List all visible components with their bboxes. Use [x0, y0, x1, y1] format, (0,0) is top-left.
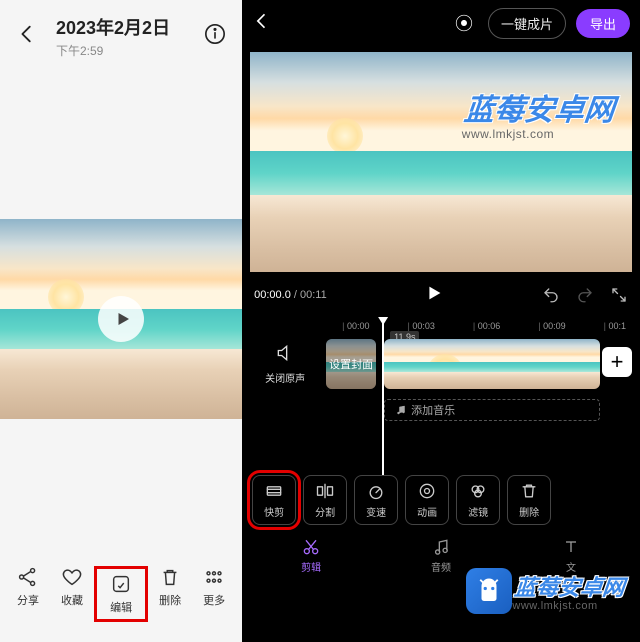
- back-button[interactable]: [16, 23, 38, 50]
- tool-label: 动画: [417, 504, 437, 519]
- delete-button[interactable]: 删除: [148, 566, 192, 622]
- current-time: 00:00.0: [254, 289, 291, 301]
- favorite-label: 收藏: [61, 592, 83, 608]
- fullscreen-button[interactable]: [610, 286, 628, 304]
- ruler-tick: 00:09: [538, 321, 565, 331]
- more-label: 更多: [203, 592, 225, 608]
- photo-date: 2023年2月2日: [56, 14, 186, 40]
- gallery-detail-screen: 2023年2月2日 下午2:59 分享 收藏: [0, 0, 242, 642]
- time-indicator: 00:00.0 / 00:11: [254, 289, 327, 301]
- tab-clip[interactable]: 剪辑: [248, 537, 374, 574]
- preview-area[interactable]: [242, 52, 640, 272]
- set-cover-button[interactable]: 设置封面: [326, 339, 376, 389]
- tab-label: 剪辑: [301, 559, 321, 574]
- play-button[interactable]: [423, 282, 445, 307]
- delete-label: 删除: [159, 592, 181, 608]
- share-button[interactable]: 分享: [6, 566, 50, 622]
- info-button[interactable]: [204, 23, 226, 50]
- tool-label: 删除: [519, 504, 539, 519]
- ruler-tick: 00:06: [473, 321, 500, 331]
- tool-speed[interactable]: 变速: [354, 475, 398, 525]
- add-clip-button[interactable]: +: [602, 347, 632, 377]
- undo-button[interactable]: [542, 286, 560, 304]
- mute-label: 关闭原声: [254, 370, 316, 385]
- oneclick-button[interactable]: 一键成片: [488, 8, 566, 39]
- edit-label: 编辑: [110, 599, 132, 615]
- mute-original-button[interactable]: 关闭原声: [254, 343, 316, 385]
- watermark-robot-icon: [466, 568, 512, 614]
- ruler-tick: 00:1: [604, 321, 626, 331]
- video-clip[interactable]: [384, 339, 600, 389]
- help-button[interactable]: ⦿: [451, 10, 478, 36]
- edit-button[interactable]: 编辑: [94, 566, 148, 622]
- tool-filter[interactable]: 滤镜: [456, 475, 500, 525]
- redo-button[interactable]: [576, 286, 594, 304]
- timeline-area: 00:00 00:03 00:06 00:09 00:1 关闭原声 设置封面 1…: [242, 317, 640, 437]
- share-label: 分享: [17, 592, 39, 608]
- tool-quickcut[interactable]: 快剪: [252, 475, 296, 525]
- tool-delete[interactable]: 删除: [507, 475, 551, 525]
- play-icon[interactable]: [98, 296, 144, 342]
- editor-header: ⦿ 一键成片 导出: [242, 0, 640, 46]
- add-music-label: 添加音乐: [411, 402, 455, 418]
- playback-controls: 00:00.0 / 00:11: [242, 272, 640, 317]
- playhead[interactable]: [382, 321, 384, 475]
- header-title: 2023年2月2日 下午2:59: [56, 14, 186, 59]
- video-thumbnail[interactable]: [0, 219, 242, 419]
- preview-image: [250, 52, 632, 272]
- favorite-button[interactable]: 收藏: [50, 566, 94, 622]
- time-ruler[interactable]: 00:00 00:03 00:06 00:09 00:1: [242, 321, 640, 337]
- gallery-bottom-bar: 分享 收藏 编辑 删除 更多: [0, 558, 242, 642]
- video-editor-screen: ⦿ 一键成片 导出 00:00.0 / 00:11: [242, 0, 640, 642]
- tool-row: 快剪 分割 变速 动画 滤镜 删除: [242, 437, 640, 533]
- tool-label: 滤镜: [468, 504, 488, 519]
- add-music-track[interactable]: 添加音乐: [384, 399, 600, 421]
- tool-label: 分割: [315, 504, 335, 519]
- tab-text[interactable]: 文: [508, 537, 634, 574]
- tool-animate[interactable]: 动画: [405, 475, 449, 525]
- more-button[interactable]: 更多: [192, 566, 236, 622]
- set-cover-label: 设置封面: [326, 339, 376, 389]
- ruler-tick: 00:03: [408, 321, 435, 331]
- total-time: 00:11: [300, 289, 327, 301]
- editor-tabs: 剪辑 音频 文: [242, 533, 640, 584]
- ruler-tick: 00:00: [342, 321, 369, 331]
- tab-label: 文: [566, 559, 576, 574]
- editor-back-button[interactable]: [252, 11, 272, 36]
- tab-label: 音频: [431, 559, 451, 574]
- tool-split[interactable]: 分割: [303, 475, 347, 525]
- tool-label: 快剪: [264, 504, 284, 519]
- tool-label: 变速: [366, 504, 386, 519]
- gallery-header: 2023年2月2日 下午2:59: [0, 0, 242, 69]
- photo-time: 下午2:59: [56, 42, 186, 59]
- export-button[interactable]: 导出: [576, 9, 630, 38]
